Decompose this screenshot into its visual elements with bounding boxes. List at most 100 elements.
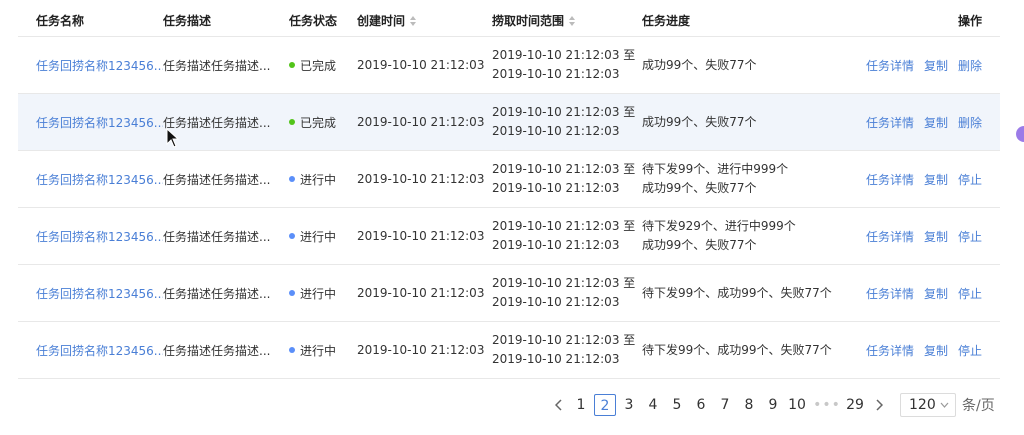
time-range-start: 2019-10-10 21:12:03 至 (492, 333, 636, 347)
time-range: 2019-10-10 21:12:03 至 2019-10-10 21:12:0… (492, 274, 642, 312)
chevron-right-icon[interactable] (868, 394, 890, 416)
status-badge: 进行中 (289, 285, 357, 302)
progress-line-1: 待下发99个、成功99个、失败77个 (642, 342, 832, 357)
copy-link[interactable]: 复制 (924, 228, 948, 245)
task-name-link[interactable]: 任务回捞名称123456... (36, 287, 163, 301)
stop-link[interactable]: 停止 (958, 285, 982, 302)
stop-link[interactable]: 停止 (958, 342, 982, 359)
task-name-link[interactable]: 任务回捞名称123456... (36, 344, 163, 358)
time-range: 2019-10-10 21:12:03 至 2019-10-10 21:12:0… (492, 217, 642, 255)
task-name-link[interactable]: 任务回捞名称123456... (36, 59, 163, 73)
page-size-select[interactable]: 120 (900, 393, 956, 417)
task-detail-link[interactable]: 任务详情 (866, 285, 914, 302)
page-current[interactable]: 2 (594, 394, 616, 416)
created-time: 2019-10-10 21:12:03 (357, 286, 485, 300)
progress-line-1: 成功99个、失败77个 (642, 57, 757, 72)
copy-link[interactable]: 复制 (924, 171, 948, 188)
time-range-end: 2019-10-10 21:12:03 (492, 295, 620, 309)
page-last[interactable]: 29 (844, 394, 866, 416)
progress-line-1: 成功99个、失败77个 (642, 114, 757, 129)
page-item[interactable]: 4 (642, 394, 664, 416)
progress-line-1: 待下发929个、进行中999个 (642, 219, 796, 233)
time-range: 2019-10-10 21:12:03 至 2019-10-10 21:12:0… (492, 46, 642, 84)
status-text: 已完成 (300, 115, 337, 130)
page-item[interactable]: 1 (570, 394, 592, 416)
page-size-unit: 条/页 (962, 398, 995, 414)
status-badge: 进行中 (289, 342, 357, 359)
header-created-sortable[interactable]: 创建时间 (357, 12, 492, 29)
header-range-label: 捞取时间范围 (492, 13, 565, 28)
copy-link[interactable]: 复制 (924, 285, 948, 302)
status-text: 进行中 (300, 172, 337, 187)
status-dot-icon (289, 290, 295, 296)
header-name: 任务名称 (36, 13, 85, 28)
created-time: 2019-10-10 21:12:03 (357, 58, 485, 72)
time-range-end: 2019-10-10 21:12:03 (492, 124, 620, 138)
status-badge: 已完成 (289, 114, 357, 131)
status-text: 进行中 (300, 343, 337, 358)
status-text: 进行中 (300, 229, 337, 244)
page-size-value: 120 (909, 397, 936, 413)
copy-link[interactable]: 复制 (924, 57, 948, 74)
mouse-pointer-icon (166, 128, 180, 148)
status-badge: 已完成 (289, 57, 357, 74)
page-item[interactable]: 3 (618, 394, 640, 416)
table-header: 任务名称 任务描述 任务状态 创建时间 捞取时间范围 任务进度 操作 (18, 4, 1000, 37)
page-item[interactable]: 5 (666, 394, 688, 416)
task-name-link[interactable]: 任务回捞名称123456... (36, 116, 163, 130)
task-table-card: 任务名称 任务描述 任务状态 创建时间 捞取时间范围 任务进度 操作 任务回捞名… (0, 0, 1024, 435)
status-badge: 进行中 (289, 228, 357, 245)
delete-link[interactable]: 删除 (958, 57, 982, 74)
task-detail-link[interactable]: 任务详情 (866, 57, 914, 74)
pagination: 1 2 3 4 5 6 7 8 9 10 ••• 29 120 条/页 (548, 393, 995, 417)
task-name-link[interactable]: 任务回捞名称123456... (36, 173, 163, 187)
page-item[interactable]: 9 (762, 394, 784, 416)
created-time: 2019-10-10 21:12:03 (357, 229, 485, 243)
page-item[interactable]: 7 (714, 394, 736, 416)
task-detail-link[interactable]: 任务详情 (866, 114, 914, 131)
time-range-end: 2019-10-10 21:12:03 (492, 352, 620, 366)
time-range-end: 2019-10-10 21:12:03 (492, 67, 620, 81)
sort-icon[interactable] (568, 16, 576, 26)
page-item[interactable]: 6 (690, 394, 712, 416)
status-dot-icon (289, 347, 295, 353)
time-range: 2019-10-10 21:12:03 至 2019-10-10 21:12:0… (492, 103, 642, 141)
sort-icon[interactable] (409, 16, 417, 26)
pagination-ellipsis[interactable]: ••• (810, 397, 844, 413)
task-desc: 任务描述任务描述... (163, 229, 271, 244)
task-desc: 任务描述任务描述... (163, 58, 271, 73)
copy-link[interactable]: 复制 (924, 114, 948, 131)
task-detail-link[interactable]: 任务详情 (866, 228, 914, 245)
time-range: 2019-10-10 21:12:03 至 2019-10-10 21:12:0… (492, 160, 642, 198)
table-row: 任务回捞名称123456... 任务描述任务描述... 进行中 2019-10-… (18, 322, 1000, 379)
header-ops: 操作 (957, 13, 982, 28)
delete-link[interactable]: 删除 (958, 114, 982, 131)
header-desc: 任务描述 (163, 13, 212, 28)
stop-link[interactable]: 停止 (958, 228, 982, 245)
table-row: 任务回捞名称123456... 任务描述任务描述... 进行中 2019-10-… (18, 265, 1000, 322)
header-range-sortable[interactable]: 捞取时间范围 (492, 12, 642, 29)
copy-link[interactable]: 复制 (924, 342, 948, 359)
status-text: 已完成 (300, 58, 337, 73)
status-dot-icon (289, 233, 295, 239)
status-text: 进行中 (300, 286, 337, 301)
time-range-end: 2019-10-10 21:12:03 (492, 181, 620, 195)
task-detail-link[interactable]: 任务详情 (866, 171, 914, 188)
time-range-start: 2019-10-10 21:12:03 至 (492, 276, 636, 290)
progress-line-1: 待下发99个、成功99个、失败77个 (642, 285, 832, 300)
task-detail-link[interactable]: 任务详情 (866, 342, 914, 359)
task-desc: 任务描述任务描述... (163, 172, 271, 187)
page-item[interactable]: 10 (786, 394, 808, 416)
task-table: 任务名称 任务描述 任务状态 创建时间 捞取时间范围 任务进度 操作 任务回捞名… (18, 4, 1000, 379)
stop-link[interactable]: 停止 (958, 171, 982, 188)
time-range-start: 2019-10-10 21:12:03 至 (492, 48, 636, 62)
side-float-badge[interactable] (1016, 126, 1024, 142)
created-time: 2019-10-10 21:12:03 (357, 172, 485, 186)
time-range-end: 2019-10-10 21:12:03 (492, 238, 620, 252)
task-name-link[interactable]: 任务回捞名称123456... (36, 230, 163, 244)
created-time: 2019-10-10 21:12:03 (357, 115, 485, 129)
task-progress: 待下发99个、成功99个、失败77个 (642, 341, 847, 360)
chevron-left-icon[interactable] (548, 394, 570, 416)
page-item[interactable]: 8 (738, 394, 760, 416)
task-desc: 任务描述任务描述... (163, 343, 271, 358)
